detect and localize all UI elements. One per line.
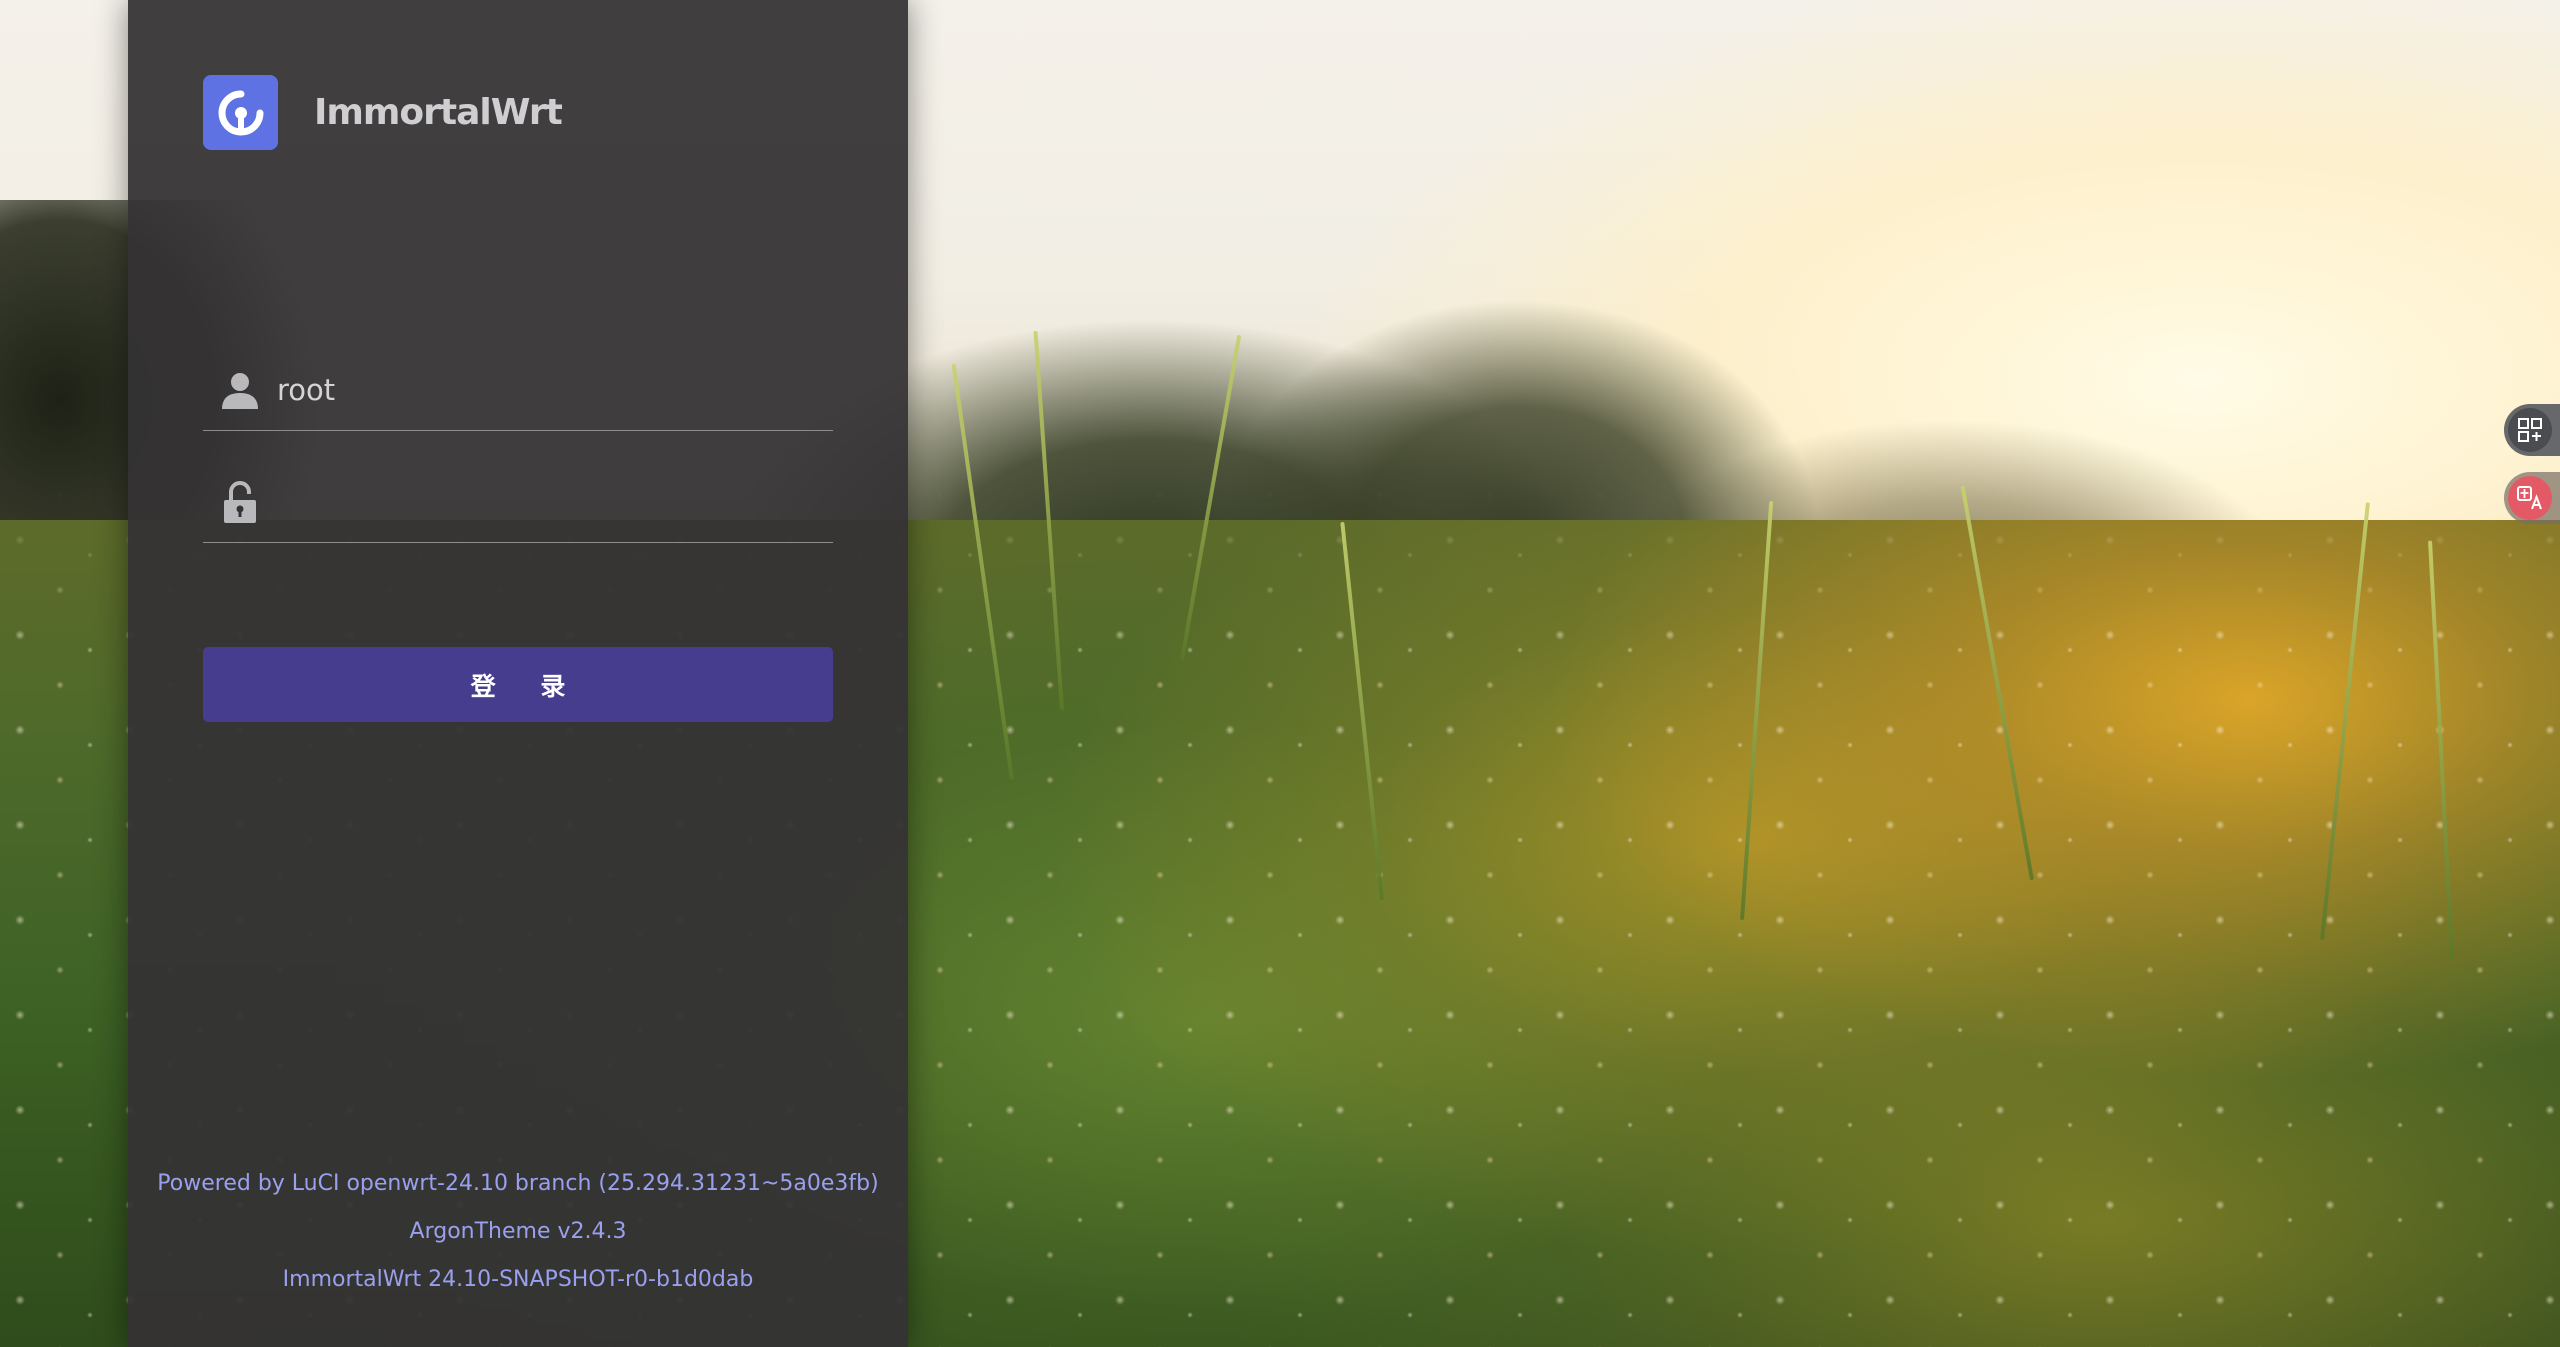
footer-theme: ArgonTheme v2.4.3 — [409, 1219, 627, 1244]
username-input[interactable] — [277, 360, 833, 420]
qr-code-tool-button[interactable] — [2504, 404, 2560, 456]
translate-tool-button[interactable] — [2504, 472, 2560, 524]
username-field — [203, 350, 833, 431]
login-button[interactable]: 登 录 — [203, 647, 833, 722]
password-field — [203, 462, 833, 543]
password-input[interactable] — [277, 472, 833, 532]
immortalwrt-logo-icon — [203, 75, 278, 150]
brand-name: ImmortalWrt — [314, 92, 563, 133]
footer: Powered by LuCI openwrt-24.10 branch (25… — [128, 1160, 908, 1304]
footer-firmware: ImmortalWrt 24.10-SNAPSHOT-r0-b1d0dab — [282, 1267, 754, 1292]
login-panel: ImmortalWrt 登 录 Powered by LuCI openwrt-… — [128, 0, 908, 1347]
brand: ImmortalWrt — [203, 75, 563, 150]
qr-code-icon — [2508, 408, 2552, 452]
footer-powered-by: Powered by LuCI openwrt-24.10 branch (25… — [157, 1171, 879, 1196]
translate-icon — [2508, 476, 2552, 520]
unlock-icon — [203, 472, 277, 532]
user-icon — [203, 360, 277, 420]
